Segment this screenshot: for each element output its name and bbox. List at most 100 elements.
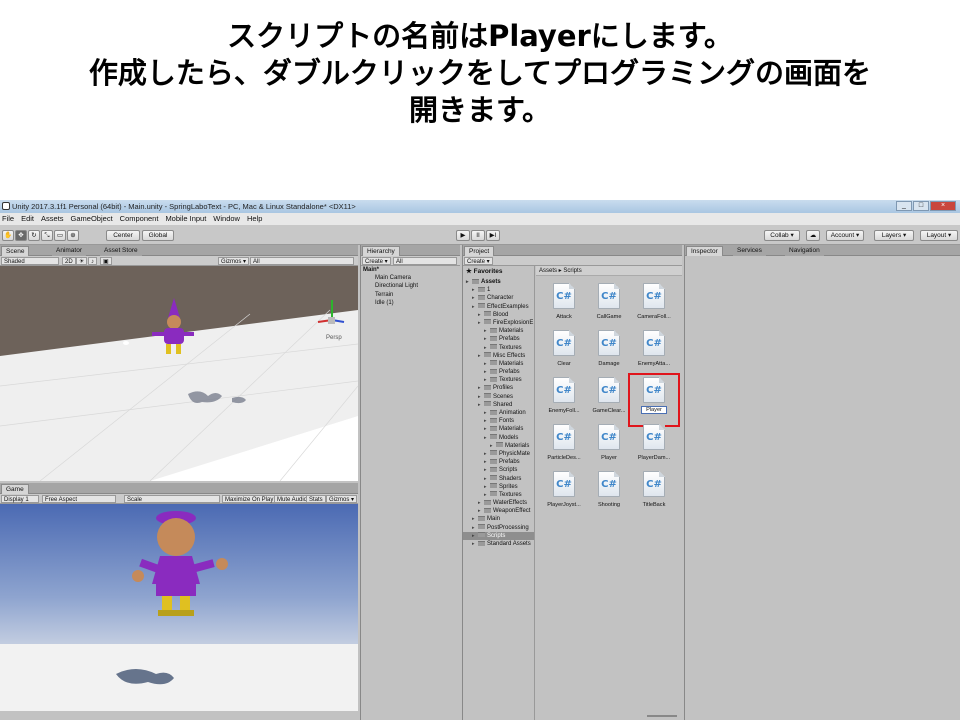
layers-dropdown[interactable]: Layers ▾ xyxy=(874,230,914,241)
scene-search-input[interactable]: All xyxy=(250,257,354,265)
shading-mode-dropdown[interactable]: Shaded xyxy=(1,257,59,265)
menu-mobile-input[interactable]: Mobile Input xyxy=(165,213,206,225)
project-folder-item[interactable]: ▸ Textures xyxy=(463,491,534,499)
scale-slider[interactable]: Scale xyxy=(124,495,220,503)
favorites-header[interactable]: ★ Favorites xyxy=(466,267,503,275)
pause-button[interactable]: II xyxy=(471,230,485,241)
menu-assets[interactable]: Assets xyxy=(41,213,64,225)
rect-tool-icon[interactable]: ▭ xyxy=(54,230,66,241)
lighting-toggle-icon[interactable]: ☀ xyxy=(76,257,88,265)
asset-script[interactable]: C# GameClear... xyxy=(587,377,631,423)
menu-window[interactable]: Window xyxy=(213,213,240,225)
menu-gameobject[interactable]: GameObject xyxy=(71,213,113,225)
hierarchy-item[interactable]: Terrain xyxy=(361,291,460,299)
menu-help[interactable]: Help xyxy=(247,213,262,225)
hierarchy-search-input[interactable]: All xyxy=(393,257,457,265)
cloud-icon[interactable]: ☁ xyxy=(806,230,820,241)
audio-toggle-icon[interactable]: ♪ xyxy=(88,257,97,265)
project-folder-item[interactable]: ▸ Standard Assets xyxy=(463,540,534,548)
project-folder-item[interactable]: ▸ Shaders xyxy=(463,475,534,483)
asset-script[interactable]: C# Player xyxy=(587,424,631,470)
tab-asset-store[interactable]: Asset Store xyxy=(100,246,142,256)
stats-toggle[interactable]: Stats xyxy=(306,495,326,503)
tab-services[interactable]: Services xyxy=(733,246,766,256)
project-breadcrumb[interactable]: Assets ▸ Scripts xyxy=(536,266,682,276)
hierarchy-create-dropdown[interactable]: Create ▾ xyxy=(362,257,391,265)
asset-script[interactable]: C# PlayerJoyst... xyxy=(542,471,586,517)
project-folder-item[interactable]: ▸ Textures xyxy=(463,376,534,384)
project-create-dropdown[interactable]: Create ▾ xyxy=(464,257,493,265)
effects-toggle-icon[interactable]: ▣ xyxy=(100,257,112,265)
scene-gizmos-dropdown[interactable]: Gizmos ▾ xyxy=(218,257,250,265)
project-folder-item[interactable]: ▸ 1 xyxy=(463,286,534,294)
global-toggle[interactable]: Global xyxy=(142,230,174,241)
pivot-center-toggle[interactable]: Center xyxy=(106,230,140,241)
asset-script[interactable]: C# Clear xyxy=(542,330,586,376)
menu-component[interactable]: Component xyxy=(120,213,159,225)
maximize-on-play-toggle[interactable]: Maximize On Play xyxy=(222,495,277,503)
scale-tool-icon[interactable]: ⤡ xyxy=(41,230,53,241)
project-folder-item[interactable]: ▸ Misc Effects xyxy=(463,352,534,360)
menu-edit[interactable]: Edit xyxy=(21,213,34,225)
project-folder-item[interactable]: ▸ Scenes xyxy=(463,393,534,401)
project-folder-item[interactable]: ▸ Character xyxy=(463,294,534,302)
step-button[interactable]: ▶I xyxy=(486,230,500,241)
mute-audio-toggle[interactable]: Mute Audio xyxy=(274,495,311,503)
layout-dropdown[interactable]: Layout ▾ xyxy=(920,230,958,241)
tab-game[interactable]: Game xyxy=(1,484,29,494)
project-folder-item[interactable]: ▸ Main xyxy=(463,515,534,523)
display-dropdown[interactable]: Display 1 xyxy=(1,495,39,503)
close-button[interactable]: × xyxy=(930,201,956,211)
2d-toggle[interactable]: 2D xyxy=(62,257,76,265)
asset-script[interactable]: C# Attack xyxy=(542,283,586,329)
project-folder-item[interactable]: ▸ FireExplosionE xyxy=(463,319,534,327)
tab-project[interactable]: Project xyxy=(464,246,495,256)
hierarchy-item[interactable]: Idle (1) xyxy=(361,299,460,307)
project-folder-item[interactable]: ▸ Materials xyxy=(463,442,534,450)
project-folder-item[interactable]: ▸ Shared xyxy=(463,401,534,409)
game-gizmos-dropdown[interactable]: Gizmos ▾ xyxy=(326,495,358,503)
project-folder-item[interactable]: ▸ Textures xyxy=(463,344,534,352)
project-folder-item[interactable]: ▸ Assets xyxy=(463,278,534,286)
project-folder-item[interactable]: ▸ Prefabs xyxy=(463,335,534,343)
asset-script[interactable]: C# EnemyAtta... xyxy=(632,330,676,376)
project-folder-item[interactable]: ▸ Profiles xyxy=(463,384,534,392)
icon-size-slider[interactable] xyxy=(647,715,677,717)
asset-script[interactable]: C# EnemyFoll... xyxy=(542,377,586,423)
asset-script[interactable]: C# CameraFoll... xyxy=(632,283,676,329)
project-folder-item[interactable]: ▸ WaterEffects xyxy=(463,499,534,507)
project-folder-item[interactable]: ▸ Fonts xyxy=(463,417,534,425)
project-folder-item[interactable]: ▸ Materials xyxy=(463,360,534,368)
project-folder-item[interactable]: ▸ EffectExamples xyxy=(463,303,534,311)
asset-script[interactable]: C# TitleBack xyxy=(632,471,676,517)
maximize-button[interactable]: □ xyxy=(913,201,929,211)
minimize-button[interactable]: _ xyxy=(896,201,912,211)
project-folder-item[interactable]: ▸ Blood xyxy=(463,311,534,319)
account-dropdown[interactable]: Account ▾ xyxy=(826,230,864,241)
project-folder-item[interactable]: ▸ Scripts xyxy=(463,466,534,474)
collab-button[interactable]: Collab ▾ xyxy=(764,230,800,241)
asset-script[interactable]: C# Damage xyxy=(587,330,631,376)
hierarchy-item[interactable]: Main Camera xyxy=(361,274,460,282)
asset-script[interactable]: C# CallGame xyxy=(587,283,631,329)
project-folder-item[interactable]: ▸ Sprites xyxy=(463,483,534,491)
transform-tool-icon[interactable]: ⊕ xyxy=(67,230,79,241)
project-folder-item[interactable]: ▸ PhysicMate xyxy=(463,450,534,458)
project-folder-item[interactable]: ▸ Materials xyxy=(463,425,534,433)
hierarchy-item[interactable]: Directional Light xyxy=(361,282,460,290)
hand-tool-icon[interactable]: ✋ xyxy=(2,230,14,241)
project-folder-item[interactable]: ▸ Prefabs xyxy=(463,368,534,376)
project-folder-item[interactable]: ▸ Models xyxy=(463,434,534,442)
rotate-tool-icon[interactable]: ↻ xyxy=(28,230,40,241)
project-folder-item[interactable]: ▸ WeaponEffect xyxy=(463,507,534,515)
tab-animator[interactable]: Animator xyxy=(52,246,87,256)
tab-scene[interactable]: Scene xyxy=(1,246,30,256)
hierarchy-scene-root[interactable]: Main* xyxy=(361,266,460,274)
aspect-dropdown[interactable]: Free Aspect xyxy=(42,495,116,503)
tab-hierarchy[interactable]: Hierarchy xyxy=(362,246,400,256)
scene-viewport[interactable]: Persp xyxy=(0,266,358,481)
project-folder-item[interactable]: ▸ Materials xyxy=(463,327,534,335)
project-folder-item[interactable]: ▸ Prefabs xyxy=(463,458,534,466)
project-folder-item[interactable]: ▸ PostProcessing xyxy=(463,524,534,532)
asset-script[interactable]: C# PlayerDam... xyxy=(632,424,676,470)
